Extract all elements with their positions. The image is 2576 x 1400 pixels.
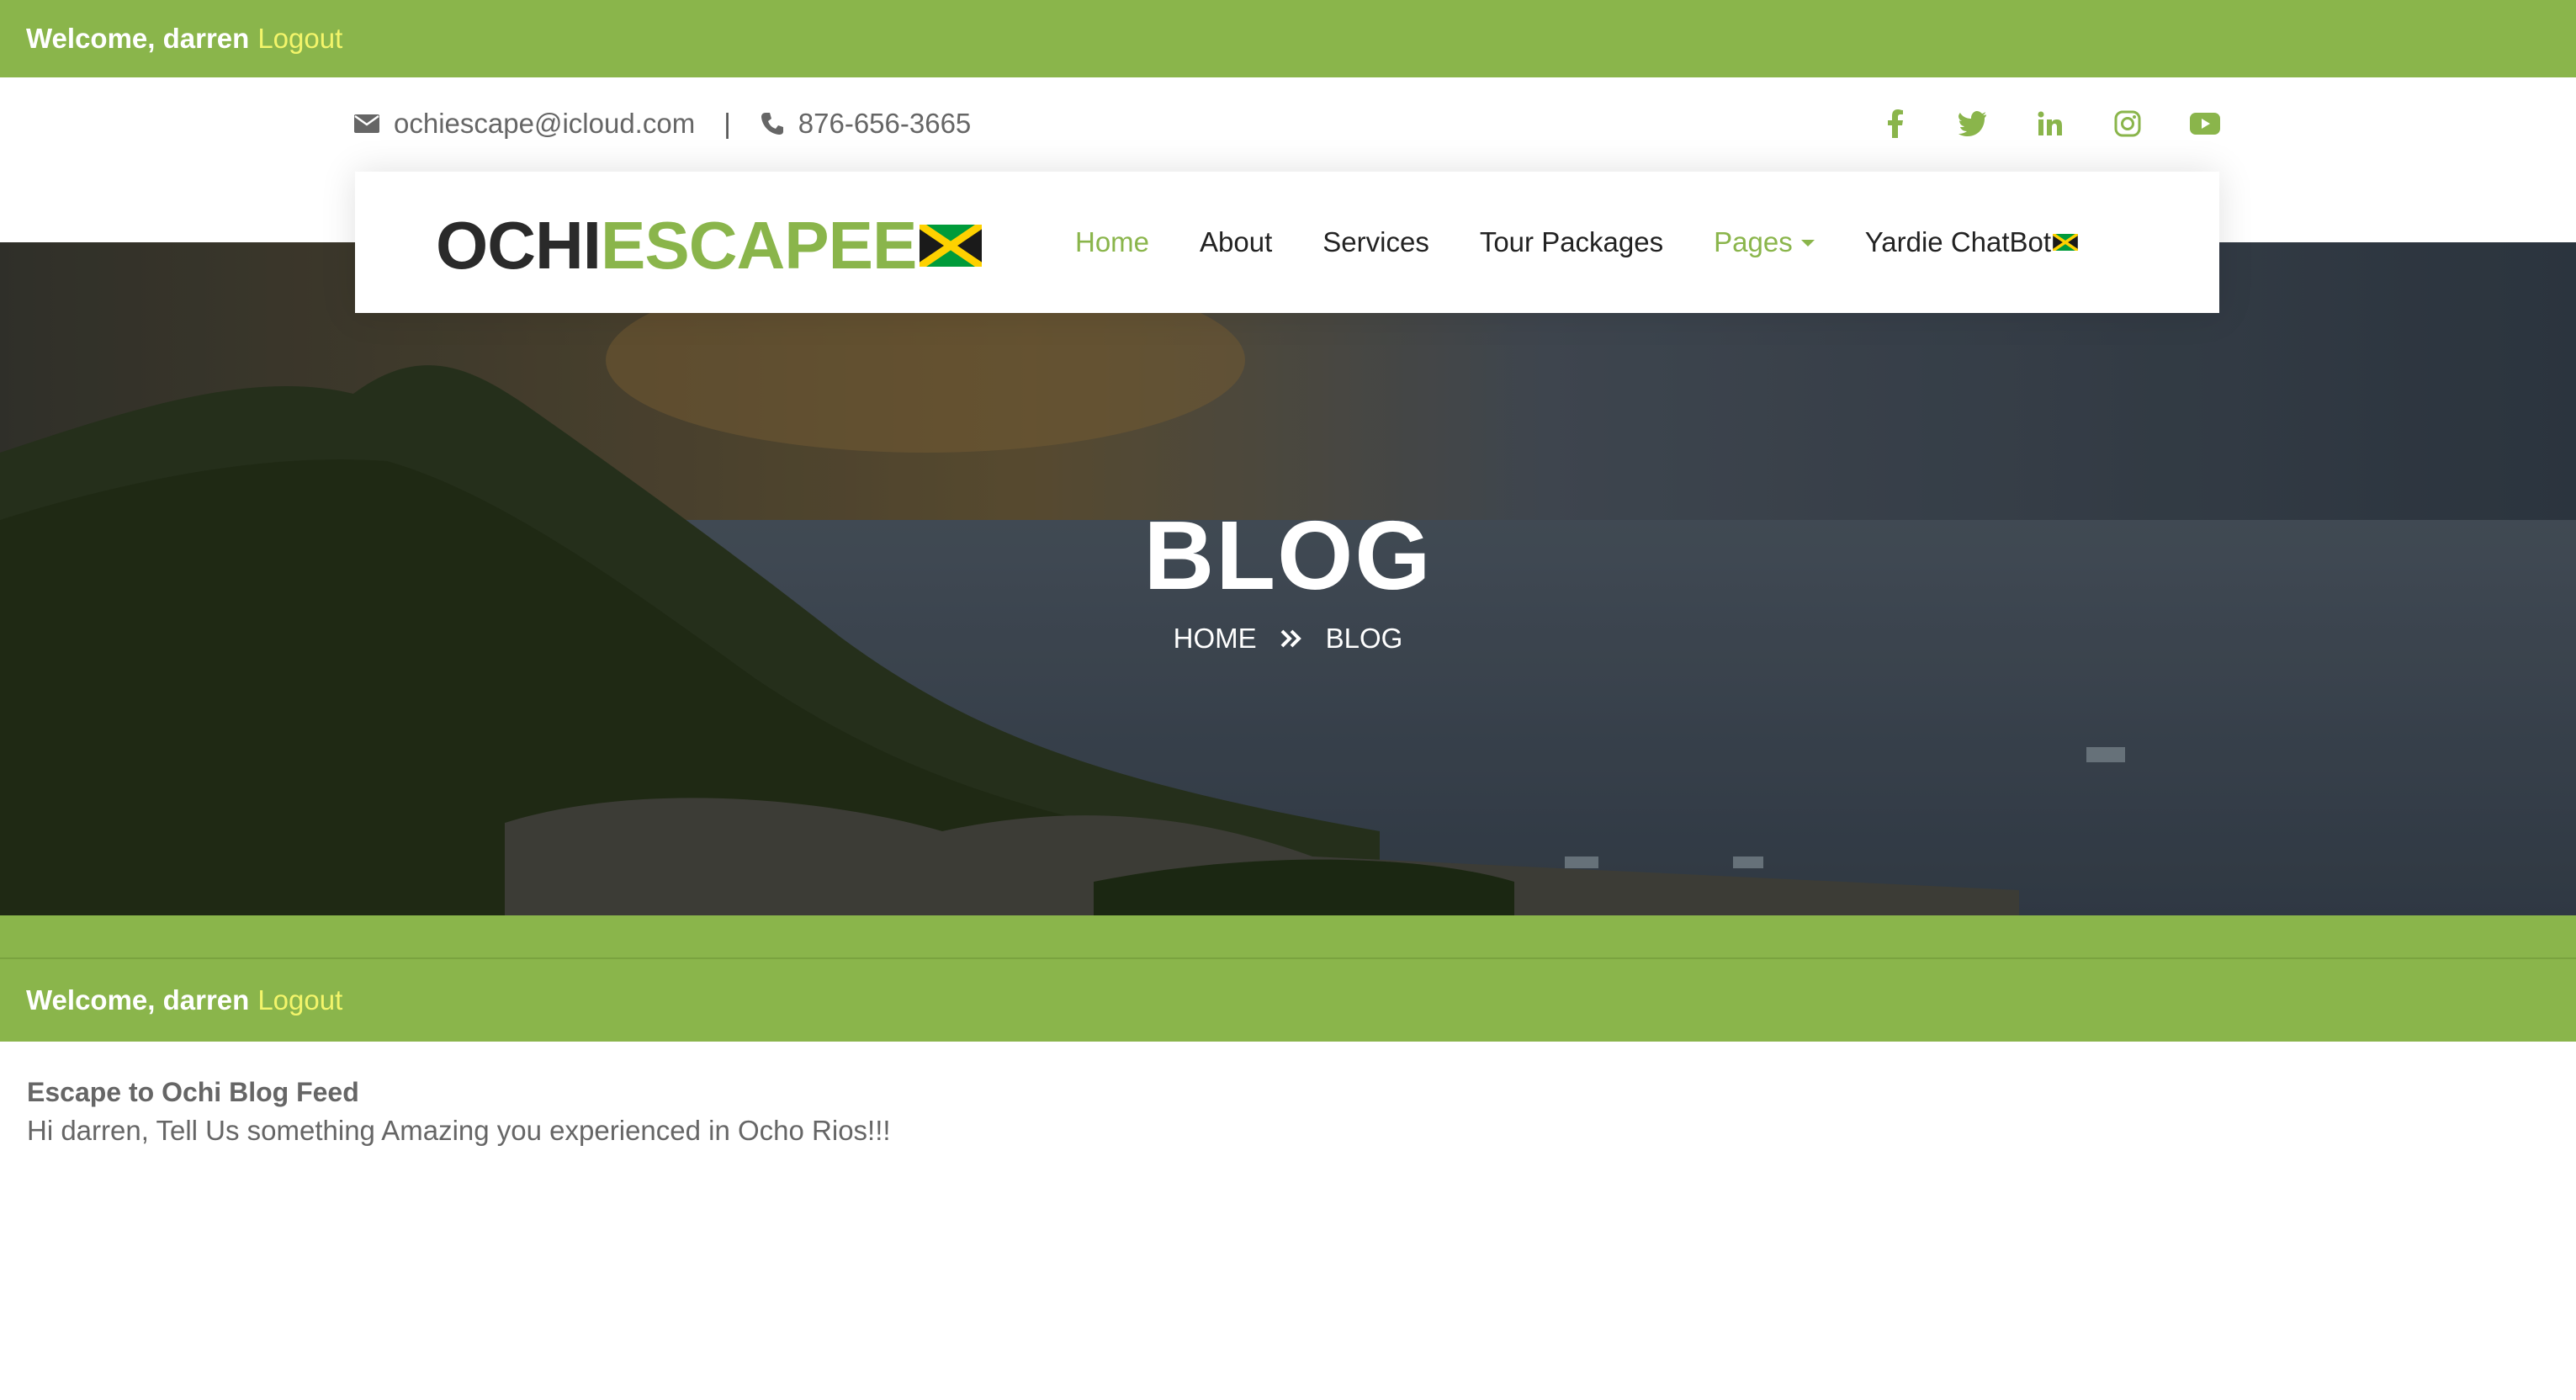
page-title: BLOG bbox=[1143, 501, 1433, 610]
nav-services[interactable]: Services bbox=[1322, 226, 1429, 258]
breadcrumb: HOME BLOG bbox=[0, 623, 2576, 655]
envelope-icon bbox=[354, 114, 379, 133]
nav-tour-packages[interactable]: Tour Packages bbox=[1480, 226, 1663, 258]
contact-email[interactable]: ochiescape@icloud.com bbox=[394, 108, 695, 140]
site-logo[interactable]: OCHI ESCAPEE bbox=[436, 207, 983, 284]
green-divider-band bbox=[0, 915, 2576, 957]
feed-title: Escape to Ochi Blog Feed bbox=[27, 1077, 359, 1107]
jamaica-flag-icon bbox=[2053, 234, 2079, 251]
feed-subtitle: Hi darren, Tell Us something Amazing you… bbox=[27, 1115, 891, 1146]
secondary-welcome-bar: Welcome, darren Logout bbox=[0, 957, 2576, 1042]
caret-down-icon bbox=[1800, 240, 1815, 247]
nav-about[interactable]: About bbox=[1200, 226, 1272, 258]
main-navbar: OCHI ESCAPEE Home About Services Tour Pa… bbox=[355, 172, 2219, 313]
blog-feed-intro: Escape to Ochi Blog Feed Hi darren, Tell… bbox=[27, 1077, 891, 1147]
logout-link[interactable]: Logout bbox=[257, 984, 342, 1016]
logo-part-2: ESCAPEE bbox=[601, 208, 917, 283]
nav-menu: Home About Services Tour Packages Pages … bbox=[1075, 172, 2079, 313]
social-links bbox=[1879, 108, 2221, 140]
double-chevron-right-icon bbox=[1280, 629, 1302, 648]
welcome-text: Welcome, darren bbox=[26, 984, 250, 1016]
phone-icon bbox=[761, 113, 783, 135]
instagram-icon[interactable] bbox=[2112, 108, 2144, 140]
nav-home[interactable]: Home bbox=[1075, 226, 1149, 258]
contact-separator: | bbox=[724, 108, 731, 139]
logout-link[interactable]: Logout bbox=[257, 23, 342, 55]
twitter-icon[interactable] bbox=[1957, 108, 1989, 140]
facebook-icon[interactable] bbox=[1879, 108, 1911, 140]
nav-pages-dropdown[interactable]: Pages bbox=[1714, 226, 1815, 258]
hero-banner: BLOG HOME BLOG bbox=[0, 242, 2576, 915]
breadcrumb-current: BLOG bbox=[1325, 623, 1403, 654]
contact-info: ochiescape@icloud.com | 876-656-3665 bbox=[353, 108, 971, 140]
nav-chatbot-label: Yardie ChatBot bbox=[1864, 226, 2052, 257]
jamaica-flag-icon bbox=[920, 225, 983, 267]
logo-part-1: OCHI bbox=[436, 208, 602, 283]
contact-phone[interactable]: 876-656-3665 bbox=[798, 108, 972, 140]
youtube-icon[interactable] bbox=[2189, 108, 2221, 140]
nav-chatbot[interactable]: Yardie ChatBot bbox=[1864, 226, 2079, 258]
breadcrumb-home[interactable]: HOME bbox=[1174, 623, 1257, 655]
top-welcome-bar: Welcome, darren Logout bbox=[0, 0, 2576, 77]
nav-pages-label: Pages bbox=[1714, 226, 1793, 257]
welcome-text: Welcome, darren bbox=[26, 23, 250, 54]
linkedin-icon[interactable] bbox=[2034, 108, 2066, 140]
